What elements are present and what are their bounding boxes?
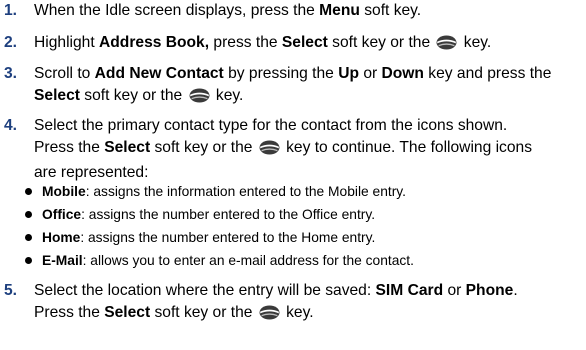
bold-term: Address Book, <box>99 34 210 51</box>
step-text-run: soft key or the <box>150 139 257 156</box>
step-text-run: Press the <box>34 139 105 156</box>
bullet-text: : allows you to enter an e-mail address … <box>82 253 414 268</box>
bold-term: Add New Contact <box>94 65 224 82</box>
step-text: Select the primary contact type for the … <box>34 115 582 184</box>
step-text-run: Highlight <box>34 34 100 51</box>
step-line: Select the location where the entry will… <box>34 280 582 302</box>
step-text-run: Select the location where the entry will… <box>34 282 376 299</box>
step-text-run: Select the primary contact type for the … <box>34 117 508 134</box>
bullet-dot <box>25 257 32 264</box>
bullet-item: E-Mail: allows you to enter an e-mail ad… <box>25 251 414 271</box>
bullet-dot <box>25 234 32 241</box>
bold-term: Select <box>104 304 151 321</box>
step-text-run: or <box>443 282 466 299</box>
step-line: Press the Select soft key or the key to … <box>34 137 582 162</box>
step-text-run: key to continue. The following icons <box>281 139 532 156</box>
step-number: 2. <box>4 34 18 51</box>
step-line: are represented: <box>34 162 582 184</box>
bullet-dot <box>25 188 32 195</box>
step-text-run: press the <box>209 34 282 51</box>
ok-key-icon <box>259 140 280 162</box>
bold-term: Select <box>104 139 151 156</box>
step-text-run: key. <box>281 304 314 321</box>
step-text: Scroll to Add New Contact by pressing th… <box>34 63 582 110</box>
bullet-dot <box>25 211 32 218</box>
step-text-run: Press the <box>34 304 105 321</box>
step-text-run: by pressing the <box>223 65 339 82</box>
bold-term: Menu <box>319 2 360 19</box>
bullet-term: Mobile <box>42 184 86 199</box>
bullet-text: : assigns the information entered to the… <box>85 184 407 199</box>
step-number: 4. <box>4 117 18 134</box>
step-line: When the Idle screen displays, press the… <box>34 0 582 22</box>
step-line: Highlight Address Book, press the Select… <box>34 32 582 57</box>
step-text: When the Idle screen displays, press the… <box>34 0 582 22</box>
bullet-term: E-Mail <box>42 253 83 268</box>
step-text-run: Scroll to <box>34 65 95 82</box>
step-text-run: or <box>358 65 382 82</box>
ok-key-icon <box>259 305 280 327</box>
bullet-term: Office <box>42 207 82 222</box>
step-text-run: soft key or the <box>79 87 187 104</box>
ok-key-icon <box>436 35 457 57</box>
step-number: 5. <box>4 282 18 299</box>
step-text-run: are represented: <box>34 164 149 181</box>
step-text-run: soft key or the <box>327 34 435 51</box>
step-text: Highlight Address Book, press the Select… <box>34 32 582 57</box>
step-line: Select soft key or the key. <box>34 85 582 110</box>
bold-term: Select <box>34 87 80 104</box>
step-text-run: key and press the <box>423 65 552 82</box>
bold-term: Up <box>338 65 359 82</box>
bold-term: SIM Card <box>375 282 444 299</box>
bold-term: Select <box>281 34 328 51</box>
step-text: Select the location where the entry will… <box>34 280 582 327</box>
bullet-item: Office: assigns the number entered to th… <box>25 205 376 225</box>
bullet-text: : assigns the number entered to the Offi… <box>81 207 376 222</box>
step-text-run: key. <box>459 34 492 51</box>
step-text-run: key. <box>211 87 244 104</box>
bullet-term: Home <box>42 230 81 245</box>
step-line: Scroll to Add New Contact by pressing th… <box>34 63 582 85</box>
bold-term: Phone <box>465 282 514 299</box>
step-number: 1. <box>4 2 18 19</box>
step-text-run: soft key or the <box>150 304 257 321</box>
step-line: Press the Select soft key or the key. <box>34 302 582 327</box>
ok-key-icon <box>189 88 210 110</box>
step-number: 3. <box>4 65 18 82</box>
step-line: Select the primary contact type for the … <box>34 115 582 137</box>
step-text-run: soft key. <box>359 2 422 19</box>
bullet-item: Home: assigns the number entered to the … <box>25 228 376 248</box>
bullet-text: : assigns the number entered to the Home… <box>80 230 376 245</box>
step-text-run: When the Idle screen displays, press the <box>34 2 320 19</box>
bold-term: Down <box>381 65 424 82</box>
step-text-run: . <box>513 282 518 299</box>
bullet-item: Mobile: assigns the information entered … <box>25 182 407 202</box>
